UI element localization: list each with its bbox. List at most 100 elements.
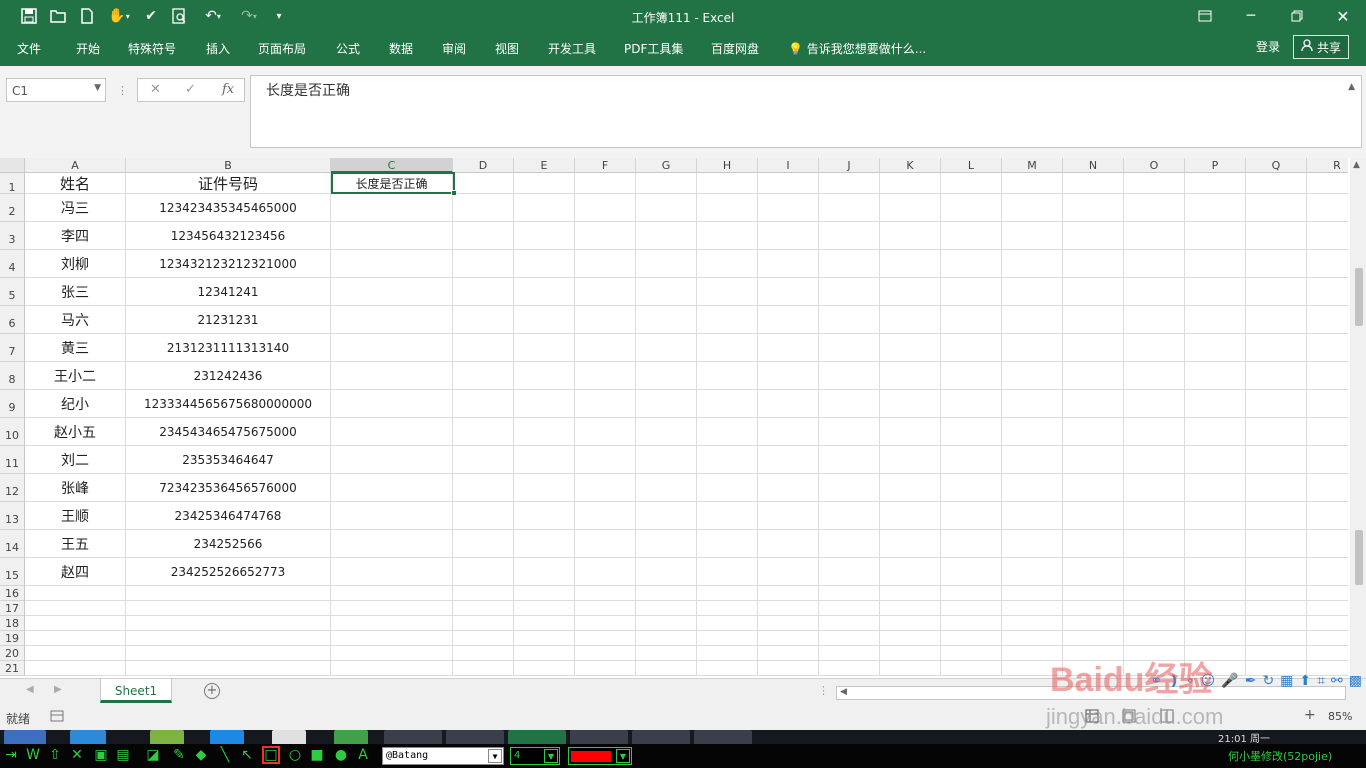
tab-insert[interactable]: 插入	[206, 38, 230, 60]
check-cell[interactable]	[331, 616, 453, 631]
cell[interactable]	[1185, 601, 1246, 616]
cell[interactable]	[1307, 558, 1348, 586]
check-cell[interactable]	[331, 646, 453, 661]
cell[interactable]	[1124, 616, 1185, 631]
cell[interactable]	[819, 390, 880, 418]
cell[interactable]	[819, 222, 880, 250]
cell[interactable]	[941, 390, 1002, 418]
cell[interactable]	[941, 418, 1002, 446]
cell[interactable]	[819, 250, 880, 278]
chevron-down-icon[interactable]: ▼	[94, 83, 101, 93]
column-header-o[interactable]: O	[1124, 158, 1185, 173]
name-cell[interactable]	[25, 616, 126, 631]
cell[interactable]	[1002, 306, 1063, 334]
cell[interactable]	[1246, 194, 1307, 222]
cell[interactable]	[453, 362, 514, 390]
column-header-p[interactable]: P	[1185, 158, 1246, 173]
cell[interactable]	[453, 631, 514, 646]
cell[interactable]	[880, 278, 941, 306]
cell[interactable]	[758, 390, 819, 418]
name-cell[interactable]: 刘二	[25, 446, 126, 474]
tab-review[interactable]: 审阅	[442, 38, 466, 60]
cell[interactable]	[1307, 334, 1348, 362]
cell[interactable]	[1002, 558, 1063, 586]
cell[interactable]	[819, 418, 880, 446]
cell[interactable]	[1185, 194, 1246, 222]
name-cell[interactable]: 张峰	[25, 474, 126, 502]
cell[interactable]	[1124, 418, 1185, 446]
cell[interactable]	[758, 646, 819, 661]
cell[interactable]	[1185, 558, 1246, 586]
cell[interactable]	[453, 446, 514, 474]
cell[interactable]	[1063, 173, 1124, 194]
cell[interactable]	[575, 250, 636, 278]
cell[interactable]	[1246, 222, 1307, 250]
cell[interactable]	[697, 334, 758, 362]
cell[interactable]	[636, 173, 697, 194]
cell[interactable]	[697, 173, 758, 194]
cell[interactable]	[514, 558, 575, 586]
cell[interactable]	[1307, 616, 1348, 631]
cell[interactable]	[819, 474, 880, 502]
id-number-cell[interactable]: 231242436	[126, 362, 331, 390]
cell[interactable]	[514, 418, 575, 446]
open-icon[interactable]	[47, 5, 69, 27]
column-header-e[interactable]: E	[514, 158, 575, 173]
row-header[interactable]: 20	[0, 646, 25, 661]
cell[interactable]	[1307, 173, 1348, 194]
app-icon[interactable]	[334, 730, 368, 744]
tab-home[interactable]: 开始	[76, 38, 100, 60]
pen-icon[interactable]: ✒	[1245, 673, 1257, 689]
cell[interactable]	[1246, 502, 1307, 530]
cell[interactable]	[1246, 362, 1307, 390]
cell[interactable]	[575, 173, 636, 194]
cell[interactable]	[1246, 446, 1307, 474]
cell[interactable]	[1063, 502, 1124, 530]
cell[interactable]	[1124, 306, 1185, 334]
cell[interactable]	[1307, 222, 1348, 250]
cell[interactable]	[1185, 278, 1246, 306]
cell[interactable]	[636, 661, 697, 676]
cell[interactable]	[941, 446, 1002, 474]
cell[interactable]	[1124, 390, 1185, 418]
worksheet-grid[interactable]: ABCDEFGHIJKLMNOPQR 1 姓名 证件号码 长度是否正确 2 冯三 12342…	[0, 158, 1348, 678]
cell[interactable]	[1307, 306, 1348, 334]
cell[interactable]	[453, 558, 514, 586]
row-header[interactable]: 3	[0, 222, 25, 250]
cell[interactable]	[575, 661, 636, 676]
row-header[interactable]: 7	[0, 334, 25, 362]
cell[interactable]	[1307, 586, 1348, 601]
cell[interactable]	[880, 446, 941, 474]
check-cell[interactable]	[331, 306, 453, 334]
check-cell[interactable]	[331, 362, 453, 390]
cell[interactable]	[1246, 601, 1307, 616]
column-header-n[interactable]: N	[1063, 158, 1124, 173]
cell[interactable]	[1185, 502, 1246, 530]
id-number-cell[interactable]: 723423536456576000	[126, 474, 331, 502]
cell[interactable]	[453, 474, 514, 502]
arrow-icon[interactable]: ↖	[238, 746, 256, 764]
cell[interactable]	[1307, 646, 1348, 661]
cell[interactable]	[636, 646, 697, 661]
cell[interactable]	[1063, 616, 1124, 631]
highlighter-icon[interactable]: ◆	[192, 746, 210, 764]
cell[interactable]	[636, 446, 697, 474]
cell[interactable]	[880, 616, 941, 631]
cell[interactable]	[697, 586, 758, 601]
cell[interactable]	[636, 306, 697, 334]
cell[interactable]	[636, 502, 697, 530]
chevron-down-icon[interactable]: ▼	[488, 749, 502, 763]
tell-me-search[interactable]: 💡 告诉我您想要做什么...	[788, 38, 926, 60]
cell[interactable]	[1246, 530, 1307, 558]
cell[interactable]	[758, 631, 819, 646]
cell[interactable]	[1063, 306, 1124, 334]
cell[interactable]	[758, 362, 819, 390]
cell[interactable]	[1246, 558, 1307, 586]
cell[interactable]	[819, 661, 880, 676]
cell[interactable]	[1124, 250, 1185, 278]
id-number-cell[interactable]: 2131231111313140	[126, 334, 331, 362]
cell[interactable]	[636, 530, 697, 558]
row-header[interactable]: 17	[0, 601, 25, 616]
cell[interactable]	[1185, 362, 1246, 390]
cell[interactable]	[636, 194, 697, 222]
